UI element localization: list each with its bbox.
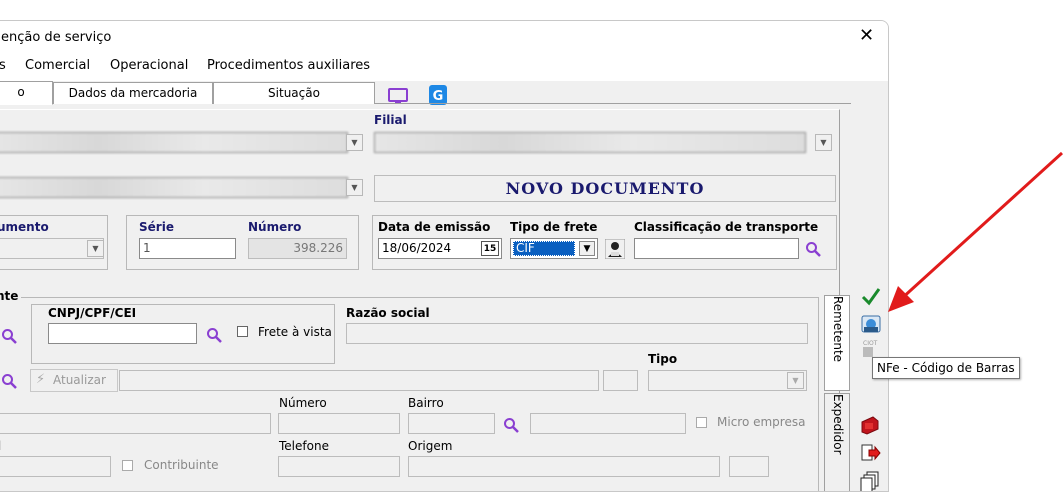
telefone-label: Telefone	[279, 439, 329, 453]
endereco-input	[119, 370, 599, 391]
menu-item-partial[interactable]: s	[0, 58, 6, 73]
chevron-down-icon[interactable]: ▼	[579, 241, 595, 256]
title-bar: enção de serviço ✕	[0, 21, 888, 53]
monitor-icon[interactable]	[388, 87, 408, 107]
truck-icon[interactable]	[859, 414, 881, 436]
tipo-combo[interactable]	[648, 370, 807, 391]
bairro-input	[408, 413, 495, 434]
chevron-down-icon[interactable]: ▼	[346, 179, 363, 196]
window-title: enção de serviço	[1, 30, 112, 45]
bairro-label: Bairro	[408, 396, 444, 410]
tipo-documento-label: umento	[0, 220, 49, 234]
serie-label: Série	[139, 220, 174, 234]
tab-label-active: o	[17, 85, 25, 99]
search-icon[interactable]	[1, 328, 17, 344]
side-tab-expedidor[interactable]: Expedidor	[824, 393, 850, 491]
filial-label: Filial	[374, 113, 407, 127]
person-search-icon[interactable]	[605, 239, 625, 259]
checkmark-icon[interactable]	[860, 285, 882, 307]
numero-value: 398.226	[248, 238, 347, 259]
tab-dados-mercadoria[interactable]: Dados da mercadoria	[53, 82, 213, 104]
chevron-down-icon[interactable]: ▼	[87, 240, 104, 257]
chevron-down-icon[interactable]: ▼	[815, 134, 832, 151]
blurred-combo-1[interactable]	[0, 132, 348, 153]
ie-label: l	[0, 439, 1, 453]
svg-text:G: G	[433, 89, 444, 104]
ie-input	[0, 456, 111, 477]
tipo-label: Tipo	[648, 352, 678, 366]
atualizar-label: Atualizar	[53, 373, 106, 387]
search-icon[interactable]	[503, 417, 519, 433]
search-icon[interactable]	[805, 241, 821, 257]
tab-active[interactable]: o	[0, 81, 53, 105]
filial-combo[interactable]	[374, 132, 806, 153]
blurred-combo-2[interactable]	[0, 177, 348, 198]
data-emissao-value: 18/06/2024	[382, 241, 452, 255]
cnpj-input[interactable]	[48, 323, 197, 344]
export-arrow-icon[interactable]	[859, 442, 881, 464]
telefone-input	[278, 456, 400, 477]
main-window: enção de serviço ✕ s Comercial Operacion…	[0, 20, 889, 492]
micro-empresa-checkbox[interactable]	[696, 417, 707, 428]
ciot-icon[interactable]	[863, 347, 873, 357]
menu-bar: s Comercial Operacional Procedimentos au…	[0, 53, 888, 105]
cnpj-label: CNPJ/CPF/CEI	[48, 306, 137, 320]
menu-item-comercial[interactable]: Comercial	[25, 58, 90, 73]
remetente-group-label: nte	[0, 289, 22, 303]
frete-a-vista-checkbox[interactable]	[237, 326, 248, 337]
novo-documento-banner: NOVO DOCUMENTO	[374, 175, 836, 202]
numero-endereco-label: Número	[279, 396, 327, 410]
barcode-scan-icon[interactable]	[860, 313, 882, 335]
numero-label: Número	[248, 220, 302, 234]
lightning-icon: ⚡	[36, 372, 46, 387]
numero-endereco-input	[278, 413, 400, 434]
origem-label: Origem	[408, 439, 453, 453]
menu-item-procedimentos[interactable]: Procedimentos auxiliares	[207, 58, 370, 73]
razao-social-label: Razão social	[346, 306, 430, 320]
origem-uf-input	[729, 456, 769, 477]
classificacao-input[interactable]	[634, 238, 799, 259]
search-icon[interactable]	[206, 327, 222, 343]
chevron-down-icon[interactable]: ▼	[787, 372, 804, 389]
chevron-down-icon[interactable]: ▼	[346, 134, 363, 151]
data-emissao-label: Data de emissão	[378, 220, 491, 234]
micro-empresa-label: Micro empresa	[717, 415, 806, 429]
tab-situacao[interactable]: Situação	[213, 82, 375, 104]
red-arrow-annotation	[888, 151, 1063, 312]
calendar-icon[interactable]: 15	[481, 241, 499, 256]
origem-input	[408, 456, 720, 477]
side-tab-remetente-label: Remetente	[831, 296, 845, 363]
complemento-input	[0, 413, 271, 434]
contribuinte-checkbox[interactable]	[122, 460, 133, 471]
documents-icon[interactable]	[859, 470, 881, 492]
search-icon[interactable]	[1, 373, 17, 389]
g-app-icon[interactable]: G	[429, 85, 447, 105]
close-button[interactable]: ✕	[859, 25, 874, 46]
tipo-frete-value: CIF	[513, 241, 575, 256]
classificacao-label: Classificação de transporte	[634, 220, 819, 234]
uf-input	[603, 370, 638, 391]
menu-item-operacional[interactable]: Operacional	[110, 58, 188, 73]
tooltip: NFe - Código de Barras	[872, 357, 1020, 379]
frete-a-vista-label: Frete à vista	[258, 325, 332, 339]
side-tab-remetente[interactable]: Remetente	[824, 295, 850, 391]
cidade-input	[530, 413, 686, 434]
tipo-frete-select[interactable]: CIF ▼	[510, 238, 598, 259]
ciot-label: CIOT	[863, 340, 878, 347]
serie-input[interactable]: 1	[139, 238, 236, 259]
contribuinte-label: Contribuinte	[144, 458, 219, 472]
razao-social-input	[346, 323, 808, 344]
tab-label-situacao: Situação	[268, 86, 320, 100]
tab-label-dados: Dados da mercadoria	[68, 86, 198, 100]
side-tab-expedidor-label: Expedidor	[831, 394, 845, 455]
tipo-frete-label: Tipo de frete	[510, 220, 598, 234]
